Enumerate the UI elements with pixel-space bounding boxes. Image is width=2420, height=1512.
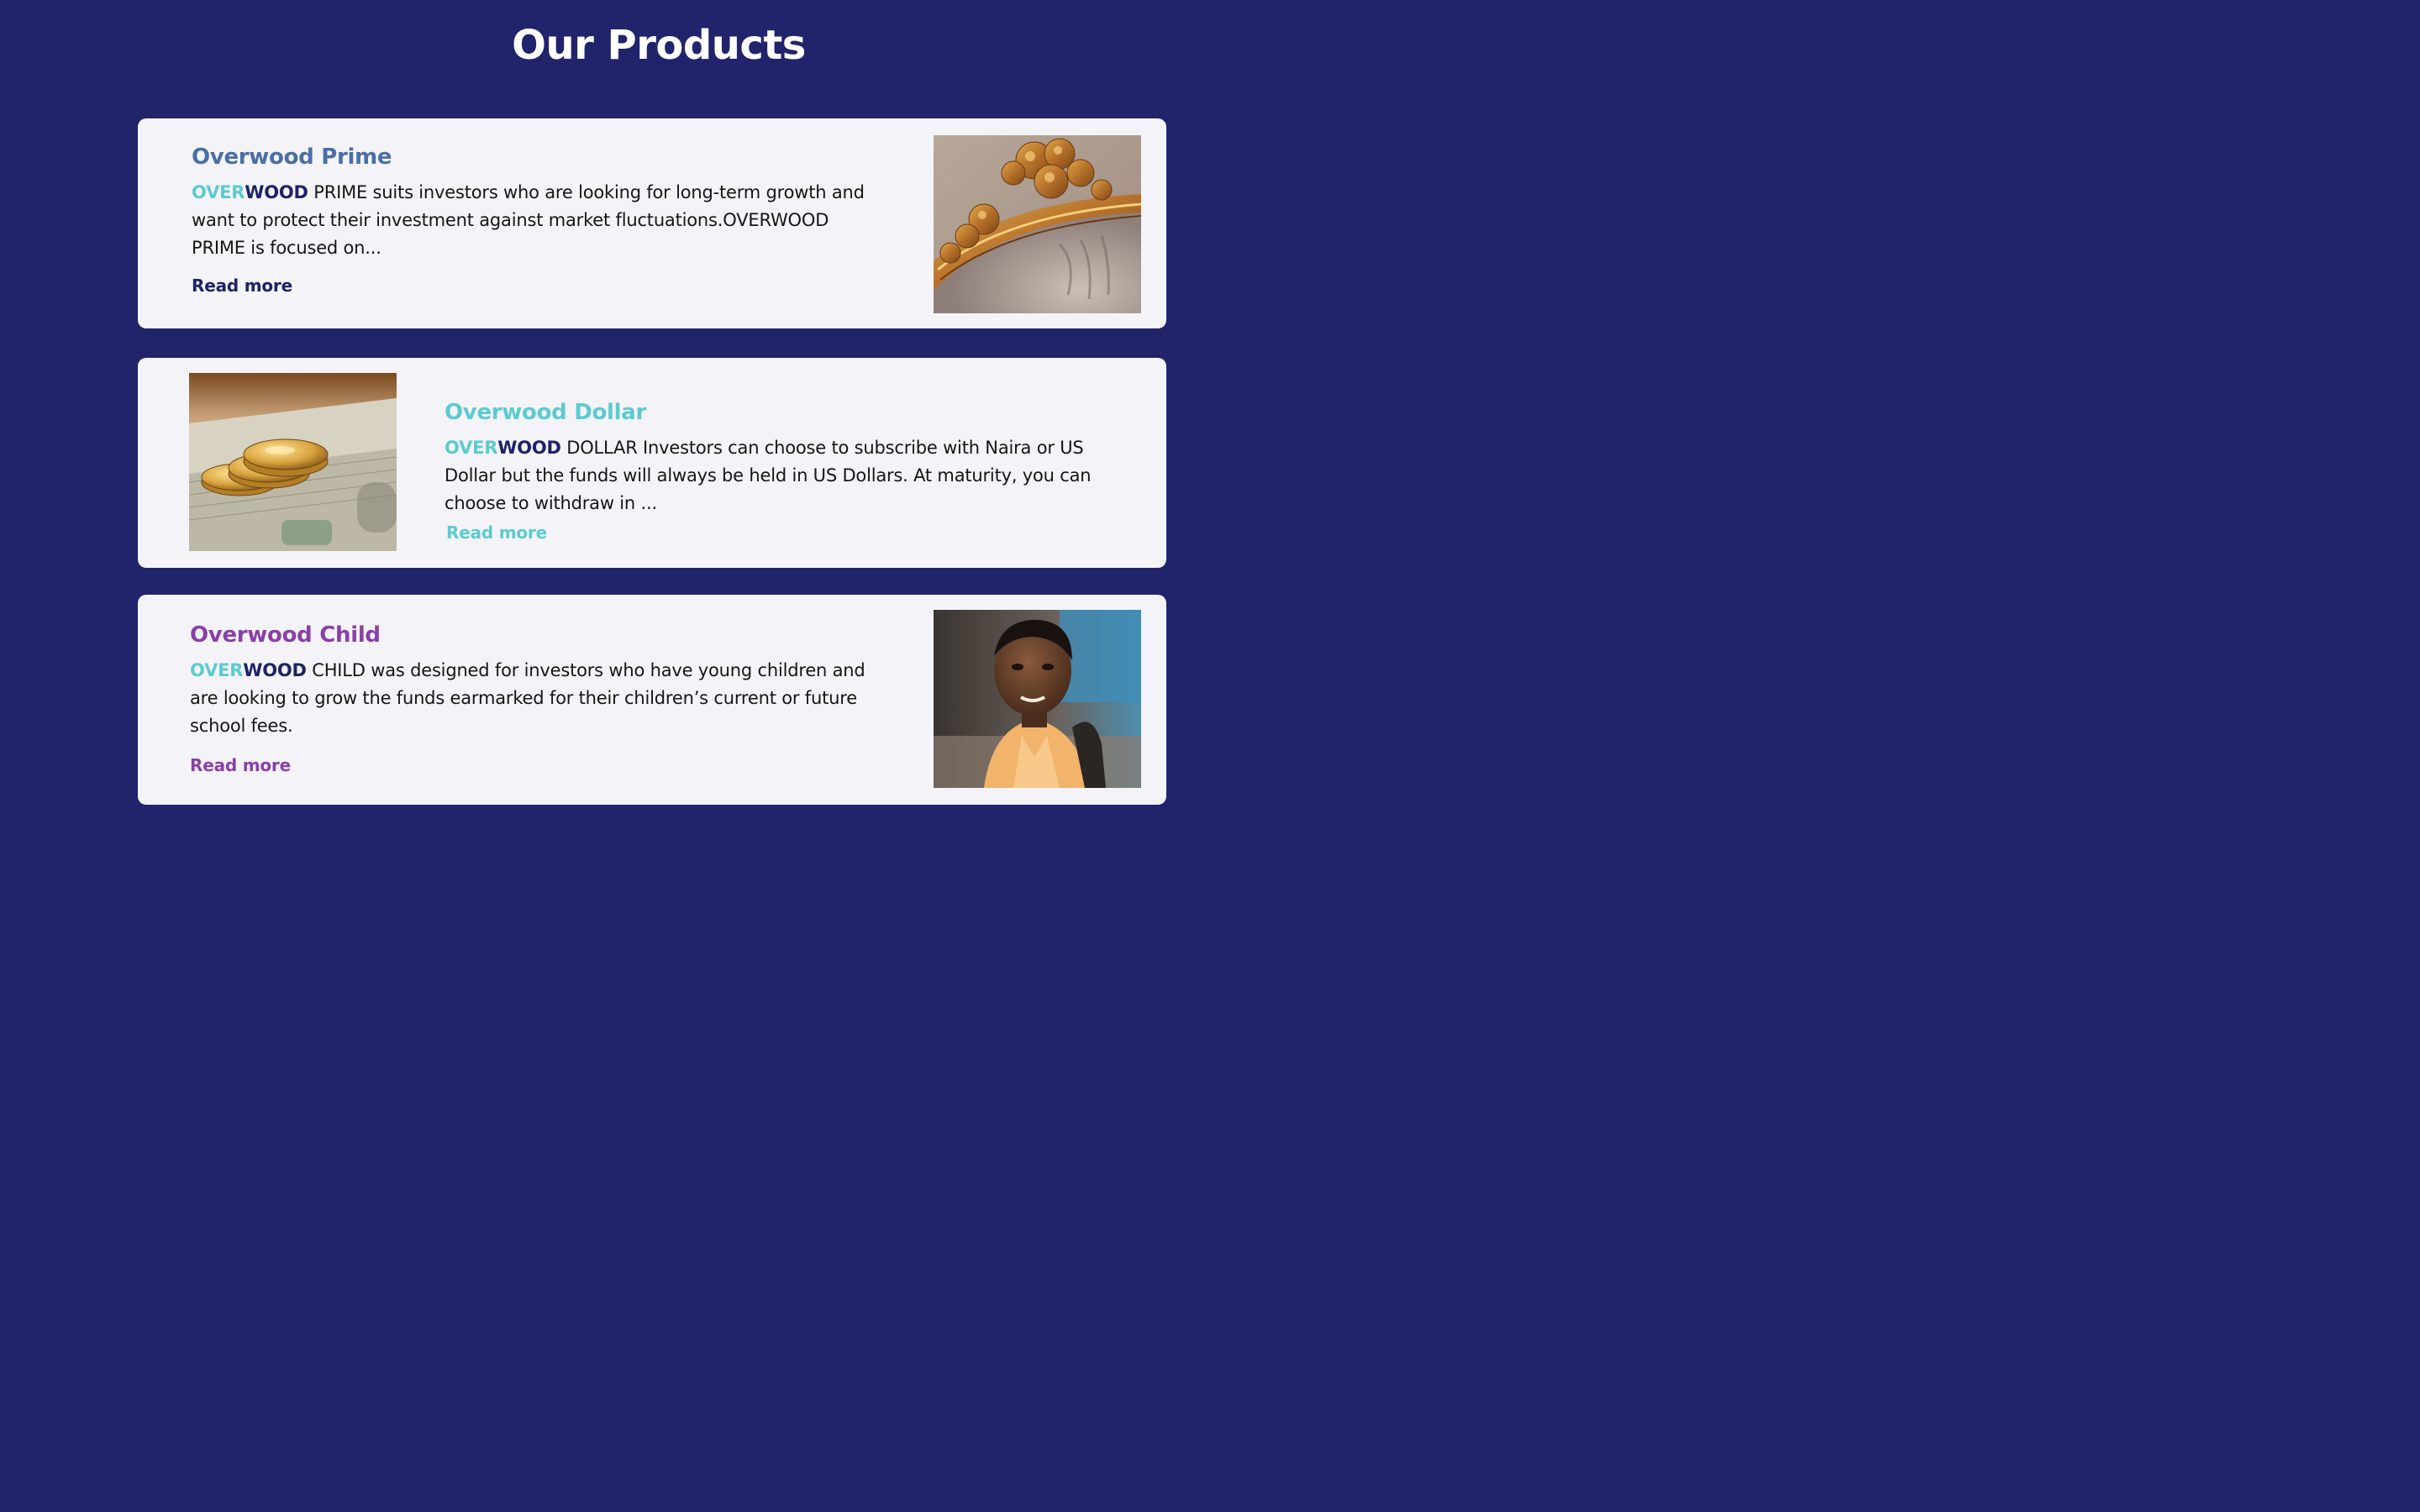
page-title: Our Products — [512, 22, 806, 69]
child-portrait-image — [934, 610, 1141, 788]
brand-over: OVER — [190, 660, 244, 680]
product-description: OVERWOOD PRIME suits investors who are l… — [192, 179, 881, 262]
product-title: Overwood Prime — [192, 144, 392, 170]
brand-over: OVER — [192, 182, 245, 202]
brand-over: OVER — [445, 438, 498, 458]
product-card-text: Overwood Prime OVERWOOD PRIME suits inve… — [192, 142, 881, 296]
product-description: OVERWOOD CHILD was designed for investor… — [190, 657, 879, 740]
product-card-prime: Overwood Prime OVERWOOD PRIME suits inve… — [138, 118, 1166, 328]
brand-wood: WOOD — [243, 660, 307, 680]
product-card-child: Overwood Child OVERWOOD CHILD was design… — [138, 595, 1166, 805]
product-title: Overwood Dollar — [445, 400, 647, 425]
product-title: Overwood Child — [190, 622, 381, 648]
ornate-gold-frame-image — [934, 135, 1141, 313]
read-more-link[interactable]: Read more — [190, 755, 291, 775]
product-card-text: Overwood Dollar OVERWOOD DOLLAR Investor… — [445, 397, 1108, 543]
read-more-link[interactable]: Read more — [192, 276, 292, 296]
brand-wood: WOOD — [245, 182, 308, 202]
product-card-text: Overwood Child OVERWOOD CHILD was design… — [190, 620, 879, 775]
product-card-dollar: Overwood Dollar OVERWOOD DOLLAR Investor… — [138, 358, 1166, 568]
product-description: OVERWOOD DOLLAR Investors can choose to … — [445, 434, 1108, 517]
brand-wood: WOOD — [497, 438, 561, 458]
read-more-link[interactable]: Read more — [446, 522, 547, 543]
gold-coins-on-dollars-image — [189, 373, 397, 551]
